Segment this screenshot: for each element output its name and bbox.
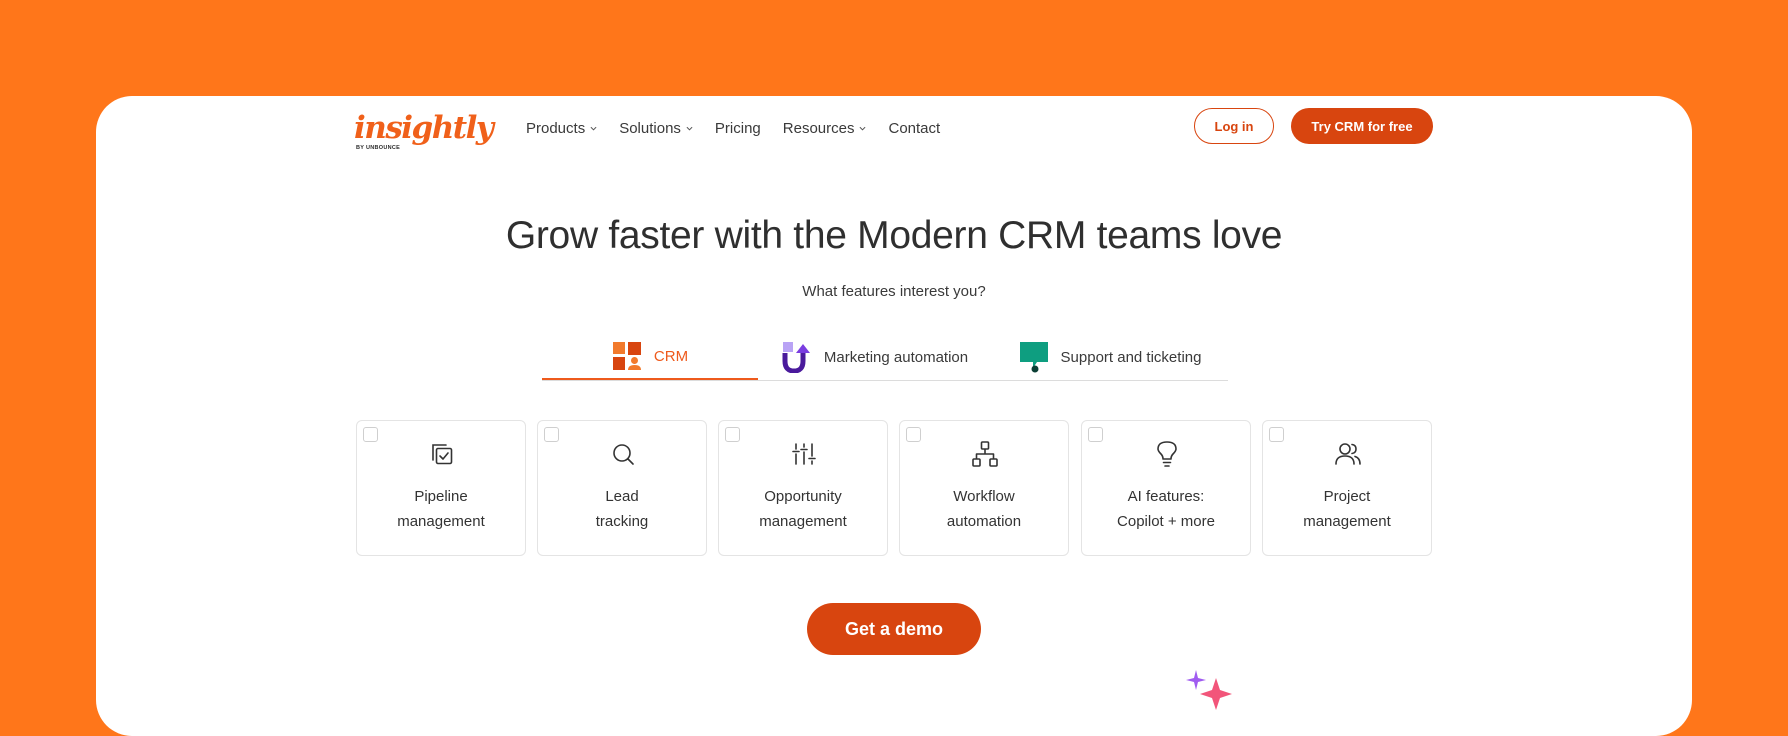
nav-products[interactable]: Products [526, 120, 597, 137]
lightbulb-icon [1157, 441, 1177, 467]
feature-label: Opportunity management [719, 484, 887, 534]
feature-label-line2: Copilot + more [1117, 513, 1215, 530]
try-crm-button[interactable]: Try CRM for free [1291, 108, 1433, 144]
feature-card-pipeline[interactable]: Pipeline management [356, 420, 526, 556]
feature-label: Pipeline management [357, 484, 525, 534]
chevron-down-icon [590, 126, 597, 131]
hero-subtitle: What features interest you? [802, 283, 986, 300]
nav-pricing[interactable]: Pricing [715, 120, 761, 137]
feature-checkbox[interactable] [363, 427, 378, 442]
tab-crm-label: CRM [653, 347, 689, 365]
tab-crm[interactable]: CRM [542, 334, 758, 380]
nav-contact[interactable]: Contact [888, 120, 940, 137]
chevron-down-icon [859, 126, 866, 131]
nav-contact-label: Contact [888, 120, 941, 137]
logo-wordmark: insightly [354, 110, 494, 146]
feature-checkbox[interactable] [906, 427, 921, 442]
marketing-arrow-icon [782, 342, 810, 373]
sparkle-icon [1186, 670, 1232, 710]
feature-card-opportunity[interactable]: Opportunity management [718, 420, 888, 556]
feature-label: Project management [1263, 484, 1431, 534]
feature-label-line1: Workflow [953, 488, 1015, 505]
nav-resources-label: Resources [782, 120, 855, 137]
main-card: insightly BY UNBOUNCE Products Solutions… [96, 96, 1692, 736]
feature-card-project[interactable]: Project management [1262, 420, 1432, 556]
feature-label-line1: Pipeline [414, 488, 468, 505]
feature-card-workflow[interactable]: Workflow automation [899, 420, 1069, 556]
feature-checkbox[interactable] [544, 427, 559, 442]
search-icon [613, 444, 634, 465]
feature-label-line2: management [1303, 513, 1391, 530]
feature-label-line1: Lead [605, 488, 639, 505]
feature-label-line1: AI features: [1127, 488, 1205, 505]
pipeline-icon [432, 444, 453, 465]
nav-solutions-label: Solutions [619, 120, 681, 137]
chevron-down-icon [686, 126, 693, 131]
tab-support-label: Support and ticketing [1060, 348, 1202, 366]
feature-card-ai[interactable]: AI features: Copilot + more [1081, 420, 1251, 556]
login-button[interactable]: Log in [1194, 108, 1274, 144]
users-icon [1335, 443, 1361, 465]
feature-label: Workflow automation [900, 484, 1068, 534]
feature-label-line2: automation [946, 513, 1022, 530]
workflow-icon [972, 441, 998, 467]
nav-pricing-label: Pricing [714, 120, 761, 137]
feature-label-line1: Opportunity [764, 488, 842, 505]
feature-checkbox[interactable] [1269, 427, 1284, 442]
crm-blocks-icon [612, 342, 641, 370]
feature-label-line2: management [397, 513, 485, 530]
nav-resources[interactable]: Resources [783, 120, 867, 137]
sliders-icon [792, 443, 816, 465]
main-nav: Products Solutions Pricing Resources Con… [526, 120, 940, 137]
feature-label-line2: management [759, 513, 847, 530]
nav-solutions[interactable]: Solutions [619, 120, 693, 137]
logo-tagline: BY UNBOUNCE [356, 145, 401, 151]
feature-card-lead-tracking[interactable]: Lead tracking [537, 420, 707, 556]
hero-title: Grow faster with the Modern CRM teams lo… [505, 214, 1283, 257]
feature-label-line1: Project [1323, 488, 1371, 505]
feature-label: Lead tracking [538, 484, 706, 534]
feature-label: AI features: Copilot + more [1082, 484, 1250, 534]
tab-marketing-label: Marketing automation [823, 348, 969, 366]
insightly-logo[interactable]: insightly BY UNBOUNCE [354, 110, 494, 151]
feature-tabs: CRM Marketing automation Support and tic… [542, 334, 1228, 381]
feature-checkbox[interactable] [725, 427, 740, 442]
nav-products-label: Products [526, 120, 586, 137]
tab-support-ticketing[interactable]: Support and ticketing [992, 334, 1228, 380]
feature-checkbox[interactable] [1088, 427, 1103, 442]
support-chat-icon [1019, 342, 1048, 373]
get-demo-button[interactable]: Get a demo [807, 603, 981, 655]
feature-label-line2: tracking [595, 513, 649, 530]
tab-marketing-automation[interactable]: Marketing automation [758, 334, 992, 380]
